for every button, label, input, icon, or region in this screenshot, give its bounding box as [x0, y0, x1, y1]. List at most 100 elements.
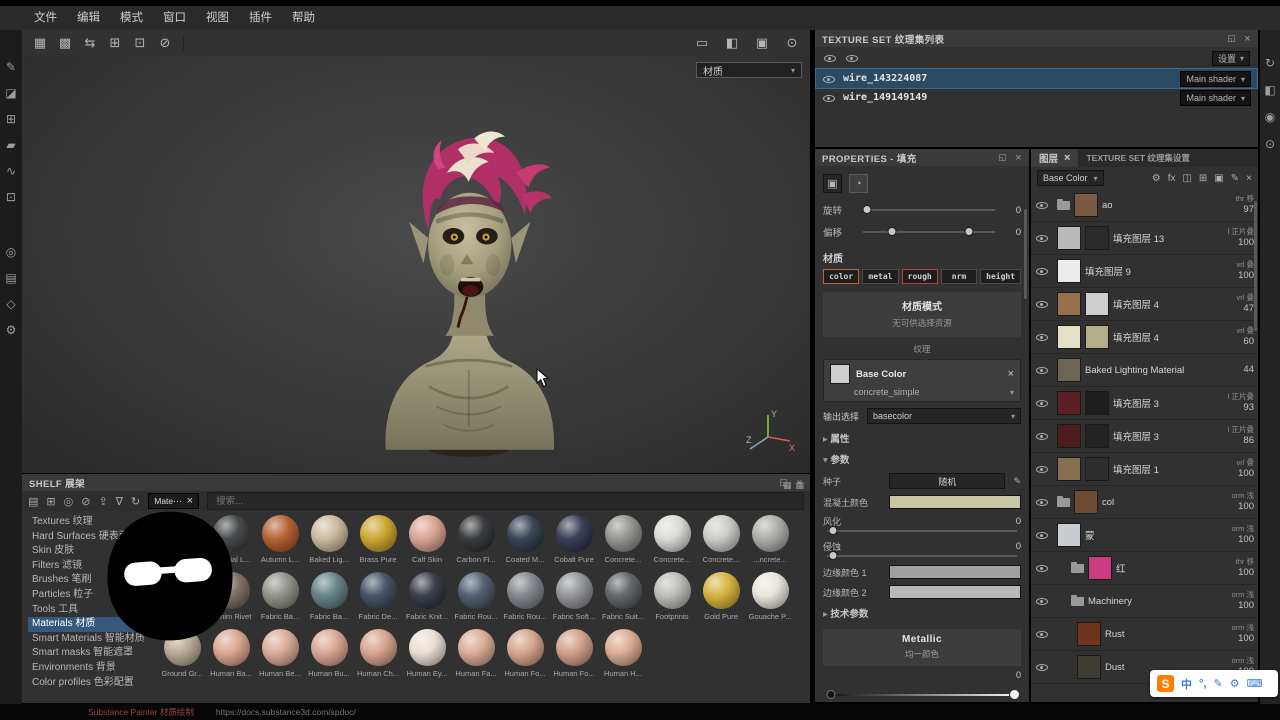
symmetry-off-icon[interactable]: ⊘ [155, 33, 175, 53]
render-view-icon[interactable]: ▩ [55, 33, 75, 53]
material-sphere[interactable] [506, 572, 544, 609]
material-sphere[interactable] [604, 572, 642, 609]
material-sphere[interactable] [261, 572, 299, 609]
layer-blend-mode[interactable]: thr 移 [1204, 557, 1254, 567]
tab-texture-set-settings[interactable]: TEXTURE SET 纹理集设置 [1078, 149, 1197, 167]
layer-visibility-icon[interactable] [1035, 429, 1049, 443]
eye-icon[interactable] [822, 72, 836, 86]
shader-selector-button[interactable]: Main shader [1180, 70, 1251, 87]
eraser-tool-icon[interactable]: ◪ [3, 84, 20, 101]
layer-thumbnail[interactable] [1057, 226, 1081, 250]
edit-seed-icon[interactable]: ✎ [1013, 476, 1021, 487]
projection-tool-icon[interactable]: ⊞ [3, 110, 20, 127]
layer-opacity[interactable]: 100 [1204, 534, 1254, 546]
layer-opacity[interactable]: 97 [1204, 204, 1254, 216]
all-assets-icon[interactable]: ▤ [28, 495, 38, 508]
material-sphere[interactable] [457, 629, 495, 666]
layer-blend-mode[interactable]: l 正片叠 [1204, 425, 1254, 435]
concrete-color-swatch[interactable] [889, 495, 1021, 509]
layer-visibility-icon[interactable] [1035, 297, 1049, 311]
camera-settings-icon[interactable]: ⊙ [1265, 137, 1275, 151]
layer-blend-mode[interactable]: vrl 叠 [1204, 293, 1255, 303]
layer-opacity[interactable]: 86 [1204, 435, 1254, 447]
tech-params-twist[interactable]: 技术参数 [823, 606, 1021, 620]
material-item[interactable]: Cobalt Pure [550, 515, 598, 572]
properties-scrollbar[interactable] [1024, 209, 1027, 299]
clear-slot-icon[interactable] [1008, 368, 1014, 380]
layer-opacity[interactable]: 100 [1204, 501, 1254, 513]
close-panel-icon[interactable] [1244, 33, 1251, 45]
add-folder-icon[interactable]: ⊞ [1199, 173, 1207, 184]
layer-thumbnail[interactable] [1057, 292, 1081, 316]
layer-thumbnail[interactable] [1088, 556, 1112, 580]
ime-keyboard-icon[interactable]: ⌨ [1247, 677, 1263, 690]
texture-set-row[interactable]: wire_143224087 Main shader [815, 68, 1258, 89]
layer-row[interactable]: Baked Lighting Material 44 [1031, 354, 1258, 387]
shader-settings-icon[interactable]: ⚙ [3, 321, 20, 338]
layer-blend-mode[interactable]: vrl 叠 [1204, 260, 1255, 270]
add-view-icon[interactable]: ⊡ [130, 33, 150, 53]
pose-tool-icon[interactable]: ⊞ [105, 33, 125, 53]
layer-visibility-icon[interactable] [1035, 660, 1049, 674]
material-item[interactable]: Concrete... [648, 515, 696, 572]
layer-visibility-icon[interactable] [1035, 330, 1049, 344]
material-item[interactable]: Brass Pure [354, 515, 402, 572]
material-item[interactable]: Human Fa... [452, 629, 500, 686]
shader-settings-icon[interactable]: ◉ [1265, 110, 1275, 124]
layer-opacity[interactable]: 100 [1204, 468, 1254, 480]
layer-row[interactable]: 填充图层 4 vrl 叠 47 [1031, 288, 1258, 321]
layer-visibility-icon[interactable] [1035, 495, 1049, 509]
material-sphere[interactable] [408, 572, 446, 609]
layer-blend-mode[interactable]: orm 浅 [1204, 623, 1255, 633]
shelf-category[interactable]: Color profiles 色彩配置 [28, 676, 154, 691]
layer-row[interactable]: ao thr 移 97 [1031, 189, 1258, 222]
float-panel-icon[interactable] [998, 152, 1007, 164]
material-item[interactable]: ...ncrete... [746, 515, 794, 572]
layer-opacity[interactable]: 47 [1204, 303, 1254, 315]
layer-opacity[interactable]: 93 [1204, 402, 1254, 414]
paint-tool-icon[interactable]: ✎ [3, 58, 20, 75]
layers-scrollbar[interactable] [1254, 201, 1257, 331]
filter-layers-icon[interactable]: ⚙ [1152, 173, 1161, 184]
viewport-3d[interactable]: 材质 ▾ Y X Z [22, 56, 810, 473]
layer-thumbnail[interactable] [1057, 259, 1081, 283]
material-item[interactable]: Autumn L... [256, 515, 304, 572]
layer-opacity[interactable]: 44 [1204, 364, 1254, 376]
layer-thumbnail[interactable] [1057, 325, 1081, 349]
mirror-view-icon[interactable]: ⇆ [80, 33, 100, 53]
channel-button[interactable]: height [980, 269, 1022, 284]
output-dropdown[interactable]: basecolor [867, 408, 1021, 424]
layer-blend-mode[interactable]: l 正片叠 [1204, 392, 1254, 402]
model-3d[interactable] [322, 86, 612, 466]
edge-color-2-swatch[interactable] [889, 585, 1021, 599]
ime-punctuation-icon[interactable]: °, [1199, 678, 1206, 690]
layer-row[interactable]: 填充图层 3 l 正片叠 93 [1031, 387, 1258, 420]
menubar-item[interactable]: 帮助 [282, 6, 325, 30]
layer-opacity[interactable]: 100 [1204, 633, 1254, 645]
material-item[interactable]: Baked Lig... [305, 515, 353, 572]
material-sphere[interactable] [261, 629, 299, 666]
material-item[interactable]: Fabric Rou... [452, 572, 500, 629]
layer-row[interactable]: col orm 浅 100 [1031, 486, 1258, 519]
layer-blend-mode[interactable]: vrl 叠 [1204, 458, 1255, 468]
layer-thumbnail[interactable] [1074, 490, 1098, 514]
layer-visibility-icon[interactable] [1035, 594, 1049, 608]
shading-mode-dropdown[interactable]: 材质 [696, 62, 802, 78]
parameters-twist[interactable]: 参数 [823, 452, 1021, 466]
material-item[interactable]: Calf Skin [403, 515, 451, 572]
layer-row[interactable]: 填充图层 13 l 正片叠 100 [1031, 222, 1258, 255]
base-color-slot[interactable]: Base Color concrete_simple [823, 359, 1021, 402]
shader-selector-button[interactable]: Main shader [1180, 89, 1251, 106]
layer-thumbnail[interactable] [1077, 622, 1101, 646]
material-item[interactable]: Human Ch... [354, 629, 402, 686]
material-item[interactable]: Fabric Ba... [256, 572, 304, 629]
menubar-item[interactable]: 文件 [24, 6, 67, 30]
layer-mask-thumbnail[interactable] [1085, 226, 1109, 250]
toggle-all-visibility-icon[interactable] [845, 51, 859, 65]
pie-mode-icon[interactable]: ◔ [849, 174, 868, 193]
polygon-fill-tool-icon[interactable]: ▰ [3, 136, 20, 153]
toggle-visibility-icon[interactable] [823, 51, 837, 65]
grid-small-icon[interactable]: ▦ [783, 480, 792, 491]
erosion-slider[interactable] [827, 551, 1017, 560]
search-input[interactable] [214, 494, 797, 508]
